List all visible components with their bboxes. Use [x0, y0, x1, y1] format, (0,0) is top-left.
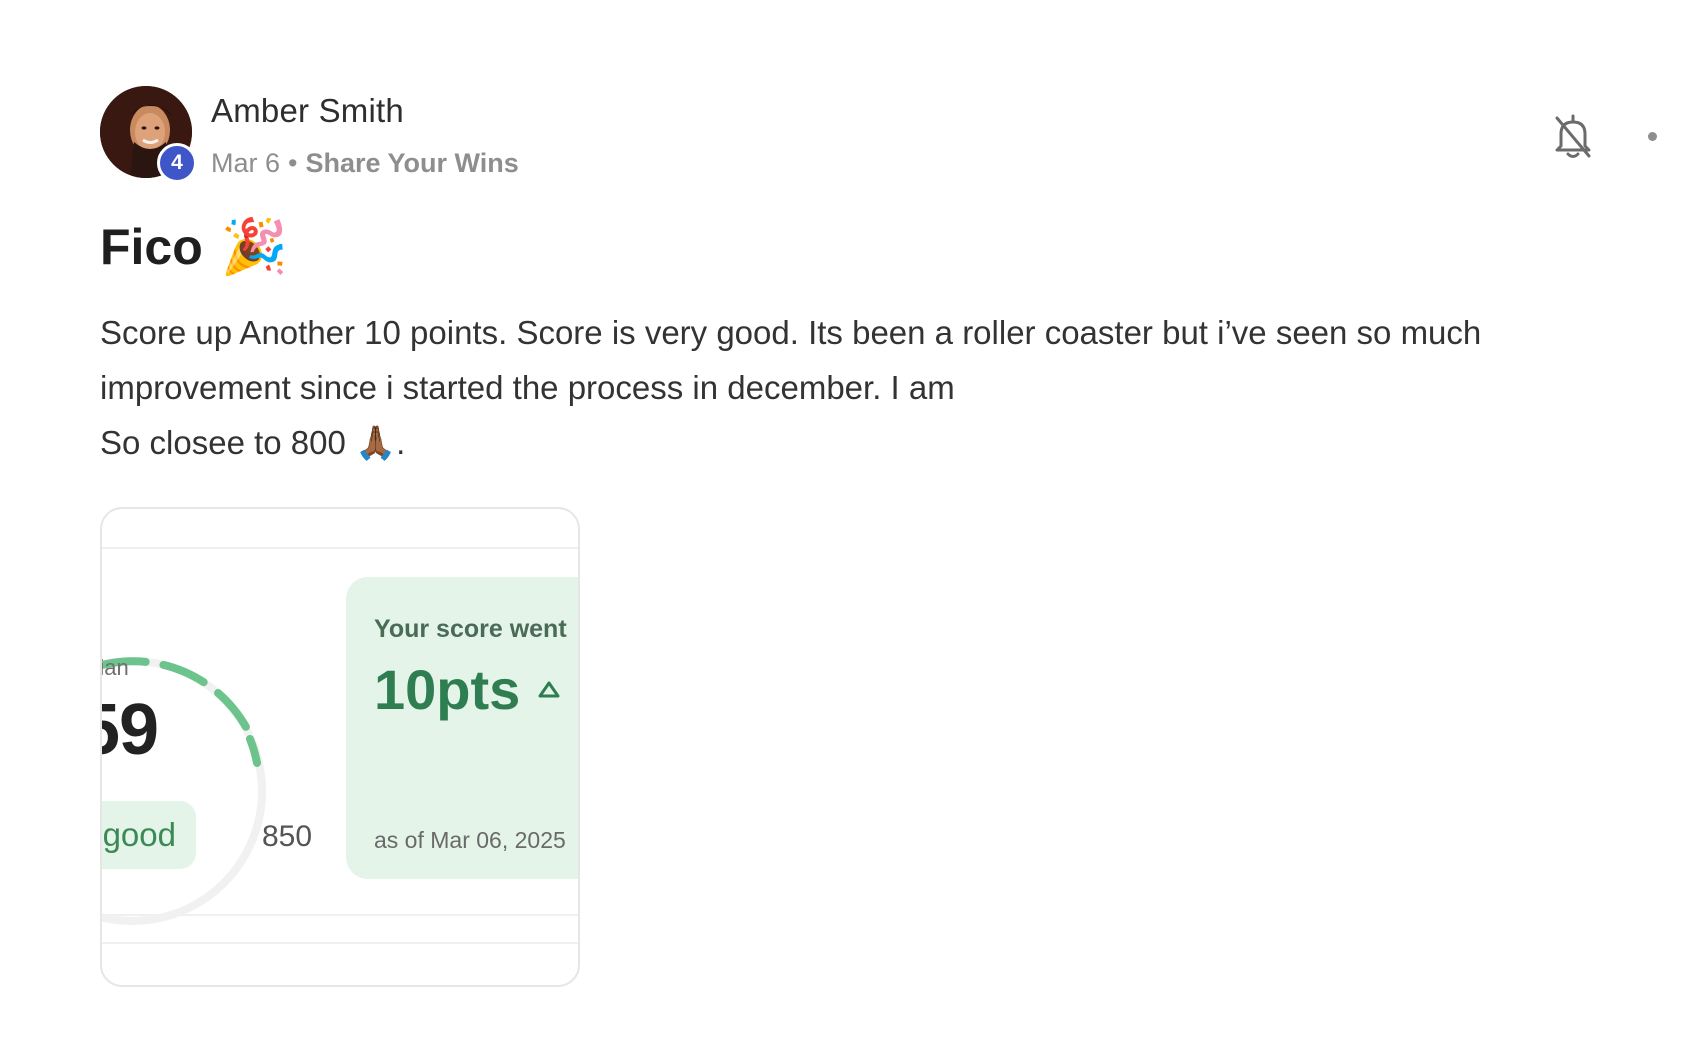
level-badge: 4	[157, 143, 197, 183]
bureau-label: rian	[102, 655, 129, 680]
post-card: 4 Amber Smith Mar 6 • Share Your Wins Fico…	[0, 0, 1700, 1063]
card-divider	[102, 547, 578, 549]
max-score-label: 850	[262, 820, 313, 853]
author-name[interactable]: Amber Smith	[211, 92, 404, 130]
score-change-value: 10pts	[374, 657, 562, 722]
score-change-amount: 10pts	[374, 658, 521, 721]
score-gauge	[102, 657, 266, 925]
party-popper-icon: 🎉	[220, 217, 289, 277]
post-meta: Mar 6 • Share Your Wins	[211, 148, 519, 179]
meta-separator: •	[288, 148, 298, 178]
post-title-text: Fico	[100, 219, 203, 275]
credit-score-value: 59	[102, 690, 159, 770]
author-avatar[interactable]: 4	[100, 86, 197, 183]
post-title: Fico 🎉	[100, 218, 288, 276]
post-category[interactable]: Share Your Wins	[305, 148, 518, 178]
score-date: as of Mar 06, 2025	[374, 827, 566, 853]
score-change-label: Your score went	[374, 615, 567, 643]
bell-off-icon	[1555, 114, 1591, 158]
more-dots-icon[interactable]	[1648, 132, 1657, 141]
post-date[interactable]: Mar 6	[211, 148, 280, 178]
post-body-line: Score up Another 10 points. Score is ver…	[100, 314, 1482, 351]
post-body: Score up Another 10 points. Score is ver…	[100, 305, 1660, 470]
post-body-line: So closee to 800 🙏🏾.	[100, 424, 406, 461]
post-body-line: improvement since i started the process …	[100, 369, 955, 406]
rating-badge: good	[102, 801, 196, 869]
notification-toggle-button[interactable]	[1552, 110, 1594, 162]
attached-image[interactable]: rian 59 good 850 Your score went 10pts a…	[100, 507, 580, 987]
triangle-up-icon	[538, 681, 560, 697]
score-change-panel: Your score went 10pts as of Mar 06, 2025	[346, 577, 578, 879]
